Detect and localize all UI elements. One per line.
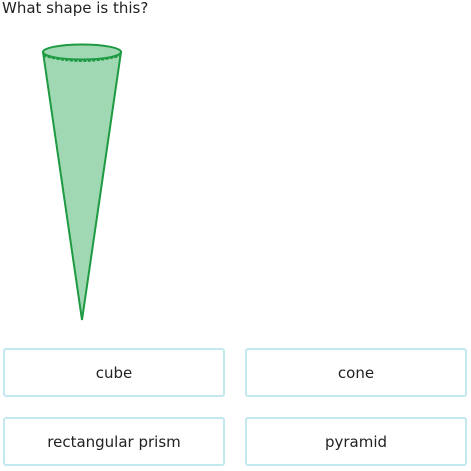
- answer-pyramid-button[interactable]: pyramid: [245, 417, 467, 466]
- answer-choices: cube cone rectangular prism pyramid: [0, 0, 471, 471]
- answer-cube-button[interactable]: cube: [3, 348, 225, 397]
- answer-rectangular-prism-button[interactable]: rectangular prism: [3, 417, 225, 466]
- answer-cone-button[interactable]: cone: [245, 348, 467, 397]
